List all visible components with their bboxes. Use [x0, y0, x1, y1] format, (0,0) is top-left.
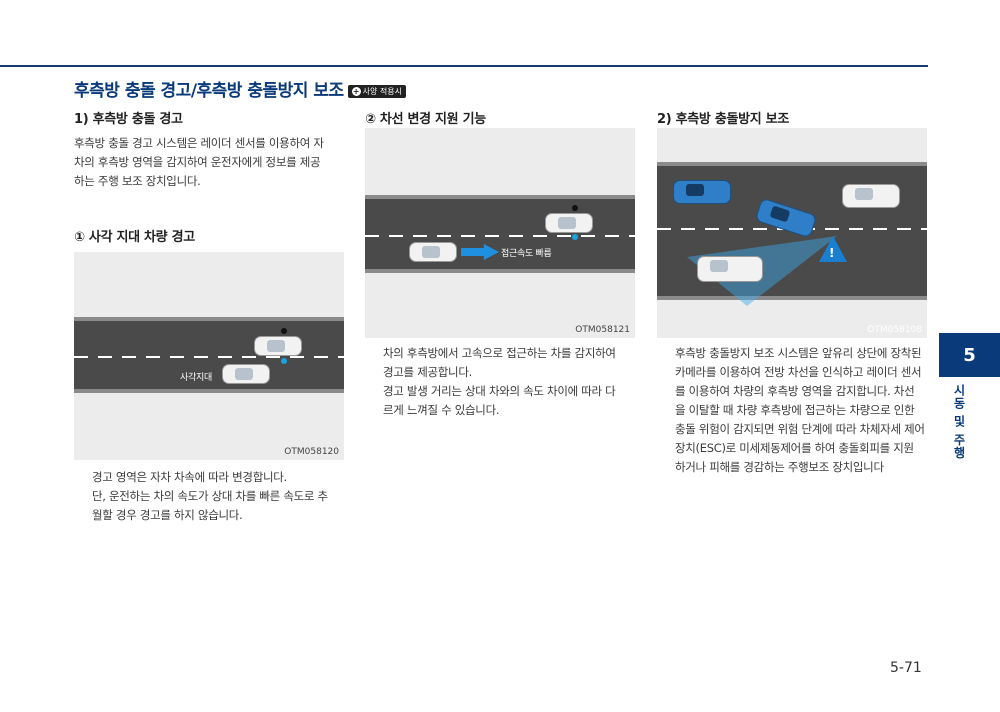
approaching-car	[409, 242, 457, 262]
blind-spot-figure: 사각지대 OTM058120	[74, 252, 344, 460]
radar-sensor-icon	[572, 234, 578, 240]
sub1-body: 경고 영역은 자차 차속에 따라 변경합니다. 단, 운전하는 차의 속도가 상…	[92, 470, 328, 522]
radar-sensor-icon	[281, 328, 287, 334]
top-rule	[0, 65, 928, 67]
section2-heading: 2) 후측방 충돌방지 보조	[657, 112, 790, 127]
sub2-heading: ② 차선 변경 지원 기능	[365, 112, 486, 127]
figure-code: OTM058108	[867, 325, 922, 335]
option-badge: + 사양 적용시	[347, 84, 406, 98]
page-title: 후측방 충돌 경고/후측방 충돌방지 보조 + 사양 적용시	[74, 76, 406, 101]
sub2-body: 차의 후측방에서 고속으로 접근하는 차를 감지하여 경고를 제공합니다. 경고…	[383, 346, 616, 417]
road-shoulder	[657, 128, 927, 166]
host-car-before	[673, 180, 731, 204]
host-car-after	[842, 184, 900, 208]
radar-sensor-icon	[281, 358, 287, 364]
road	[365, 195, 635, 273]
rear-side-car	[697, 256, 763, 282]
lane-marking	[365, 235, 635, 237]
approach-speed-label: 접근속도 빠름	[501, 249, 552, 259]
chapter-label: 시동 및 주행	[952, 384, 966, 460]
host-car	[545, 213, 593, 233]
figure-code: OTM058120	[284, 447, 339, 457]
collision-avoidance-figure: ! OTM058108	[657, 128, 927, 338]
section1-body: 후측방 충돌 경고 시스템은 레이더 센서를 이용하여 자 차의 후측방 영역을…	[74, 136, 324, 188]
host-car-changing-lane	[754, 197, 818, 239]
chapter-tab: 5	[939, 333, 1000, 377]
figure-code: OTM058121	[575, 325, 630, 335]
section1-heading: 1) 후측방 충돌 경고	[74, 112, 183, 127]
lane-change-figure: 접근속도 빠름 OTM058121	[365, 128, 635, 338]
plus-icon: +	[351, 86, 361, 96]
lane-marking	[74, 356, 344, 358]
target-car	[222, 364, 270, 384]
radar-sensor-icon	[572, 205, 578, 211]
sub1-heading: ① 사각 지대 차량 경고	[74, 230, 195, 245]
warning-exclamation-icon: !	[829, 246, 835, 260]
host-car	[254, 336, 302, 356]
page-number: 5-71	[890, 660, 922, 676]
blind-spot-label: 사각지대	[180, 373, 212, 383]
section2-body: 후측방 충돌방지 보조 시스템은 앞유리 상단에 장착된 카메라를 이용하여 전…	[675, 346, 925, 474]
